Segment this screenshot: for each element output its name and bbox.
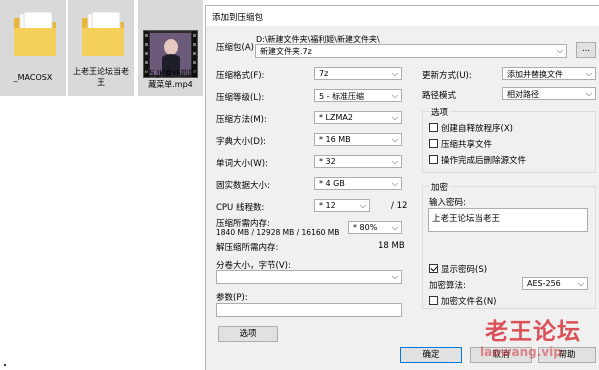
update-value: 添加并替换文件 (507, 70, 563, 79)
password-value: 上老王论坛当老王 (432, 214, 501, 224)
desktop-item-folder[interactable]: 上老王论坛当老王 (68, 0, 134, 96)
update-select[interactable]: 添加并替换文件 ⌵ (502, 67, 596, 80)
desktop-item-label: 上老王论坛当老王 (73, 67, 129, 87)
desktop-item-video[interactable]: 15.JK女仆的隐藏菜单.mp4 (138, 0, 203, 96)
path-mode-select[interactable]: 相对路径 ⌵ (502, 87, 596, 100)
method-select[interactable]: * LZMA2 ⌵ (314, 111, 402, 124)
word-select[interactable]: * 32 ⌵ (314, 155, 402, 168)
threads-select[interactable]: * 12 ⌵ (314, 199, 370, 212)
archive-name-combo[interactable]: 新建文件夹.7z ⌵ (255, 44, 567, 58)
encryption-method-value: AES-256 (527, 279, 561, 288)
solid-value: * 4 GB (319, 179, 345, 188)
chevron-down-icon: ⌵ (391, 91, 398, 100)
level-select[interactable]: 5 - 标准压缩 ⌵ (314, 89, 402, 102)
sfx-checkbox[interactable] (429, 123, 438, 132)
memory-percent-value: * 80% (353, 223, 378, 232)
encrypt-names-checkbox[interactable] (429, 296, 438, 305)
solid-label: 固实数据大小: (216, 181, 270, 191)
path-mode-value: 相对路径 (507, 90, 539, 99)
watermark-logo: 老王论坛 (485, 319, 581, 345)
level-label: 压缩等级(L): (216, 93, 265, 103)
chevron-down-icon: ⌵ (577, 279, 584, 288)
ok-button[interactable]: 确定 (400, 347, 462, 363)
delete-after-label: 操作完成后删除源文件 (441, 156, 527, 166)
method-label: 压缩方法(M): (216, 115, 267, 125)
decompress-memory-value: 18 MB (378, 241, 405, 251)
threads-max: / 12 (391, 201, 408, 211)
dialog-title: 添加到压缩包 (212, 13, 264, 23)
folder-icon (12, 10, 58, 58)
method-value: * LZMA2 (319, 113, 353, 122)
threads-label: CPU 线程数: (216, 203, 265, 213)
options-group-title: 选项 (429, 106, 451, 118)
sfx-label: 创建自释放程序(X) (441, 124, 513, 134)
level-value: 5 - 标准压缩 (319, 92, 365, 101)
encryption-method-select[interactable]: AES-256 ⌵ (522, 277, 588, 290)
dict-select[interactable]: * 16 MB ⌵ (314, 133, 402, 146)
dialog-titlebar[interactable]: 添加到压缩包 (206, 6, 599, 26)
desktop-item-label: 15.JK女仆的隐藏菜单.mp4 (144, 69, 197, 89)
password-label: 输入密码: (429, 198, 466, 208)
shared-files-checkbox[interactable] (429, 139, 438, 148)
chevron-down-icon: ⌵ (359, 201, 366, 210)
encryption-method-label: 加密算法: (429, 281, 466, 291)
word-label: 单词大小(W): (216, 159, 268, 169)
options-button[interactable]: 选项 (218, 326, 278, 342)
show-password-checkbox[interactable] (429, 264, 438, 273)
chevron-down-icon: ⌵ (391, 135, 398, 144)
format-value: 7z (319, 69, 329, 78)
memory-value: 1840 MB / 12928 MB / 16160 MB (216, 228, 340, 237)
desktop-marker (4, 364, 6, 366)
folder-icon (80, 10, 126, 58)
path-mode-label: 路径模式 (422, 91, 457, 101)
delete-after-checkbox[interactable] (429, 155, 438, 164)
chevron-down-icon: ⌵ (391, 223, 398, 232)
split-size-combo[interactable]: ⌵ (216, 270, 402, 284)
encrypt-names-label: 加密文件名(N) (441, 297, 497, 307)
show-password-label: 显示密码(S) (441, 265, 488, 275)
memory-percent-select[interactable]: * 80% ⌵ (348, 221, 402, 234)
chevron-down-icon: ⌵ (585, 89, 592, 98)
solid-select[interactable]: * 4 GB ⌵ (314, 177, 402, 190)
chevron-down-icon: ⌵ (391, 272, 398, 281)
chevron-down-icon: ⌵ (556, 46, 563, 55)
decompress-memory-label: 解压缩所需内存: (216, 243, 279, 253)
chevron-down-icon: ⌵ (391, 179, 398, 188)
archive-name-value: 新建文件夹.7z (260, 47, 312, 56)
archive-label: 压缩包(A): (216, 43, 257, 53)
params-input[interactable] (216, 303, 402, 317)
chevron-down-icon: ⌵ (391, 69, 398, 78)
desktop-item-macosx[interactable]: _MACOSX (0, 0, 66, 96)
word-value: * 32 (319, 157, 336, 166)
browse-button[interactable]: ... (576, 42, 596, 58)
dict-value: * 16 MB (319, 135, 351, 144)
threads-value: * 12 (319, 201, 336, 210)
shared-files-label: 压缩共享文件 (441, 140, 493, 150)
dict-label: 字典大小(D): (216, 137, 267, 147)
chevron-down-icon: ⌵ (391, 113, 398, 122)
chevron-down-icon: ⌵ (585, 69, 592, 78)
update-label: 更新方式(U): (422, 71, 472, 81)
encryption-group-title: 加密 (429, 181, 451, 193)
params-label: 参数(P): (216, 293, 248, 303)
watermark-url: laowang.vip (480, 345, 562, 359)
chevron-down-icon: ⌵ (391, 157, 398, 166)
password-input[interactable]: 上老王论坛当老王 (428, 208, 588, 232)
format-select[interactable]: 7z ⌵ (314, 67, 402, 80)
format-label: 压缩格式(F): (216, 71, 265, 81)
desktop-item-label: _MACOSX (13, 73, 53, 82)
